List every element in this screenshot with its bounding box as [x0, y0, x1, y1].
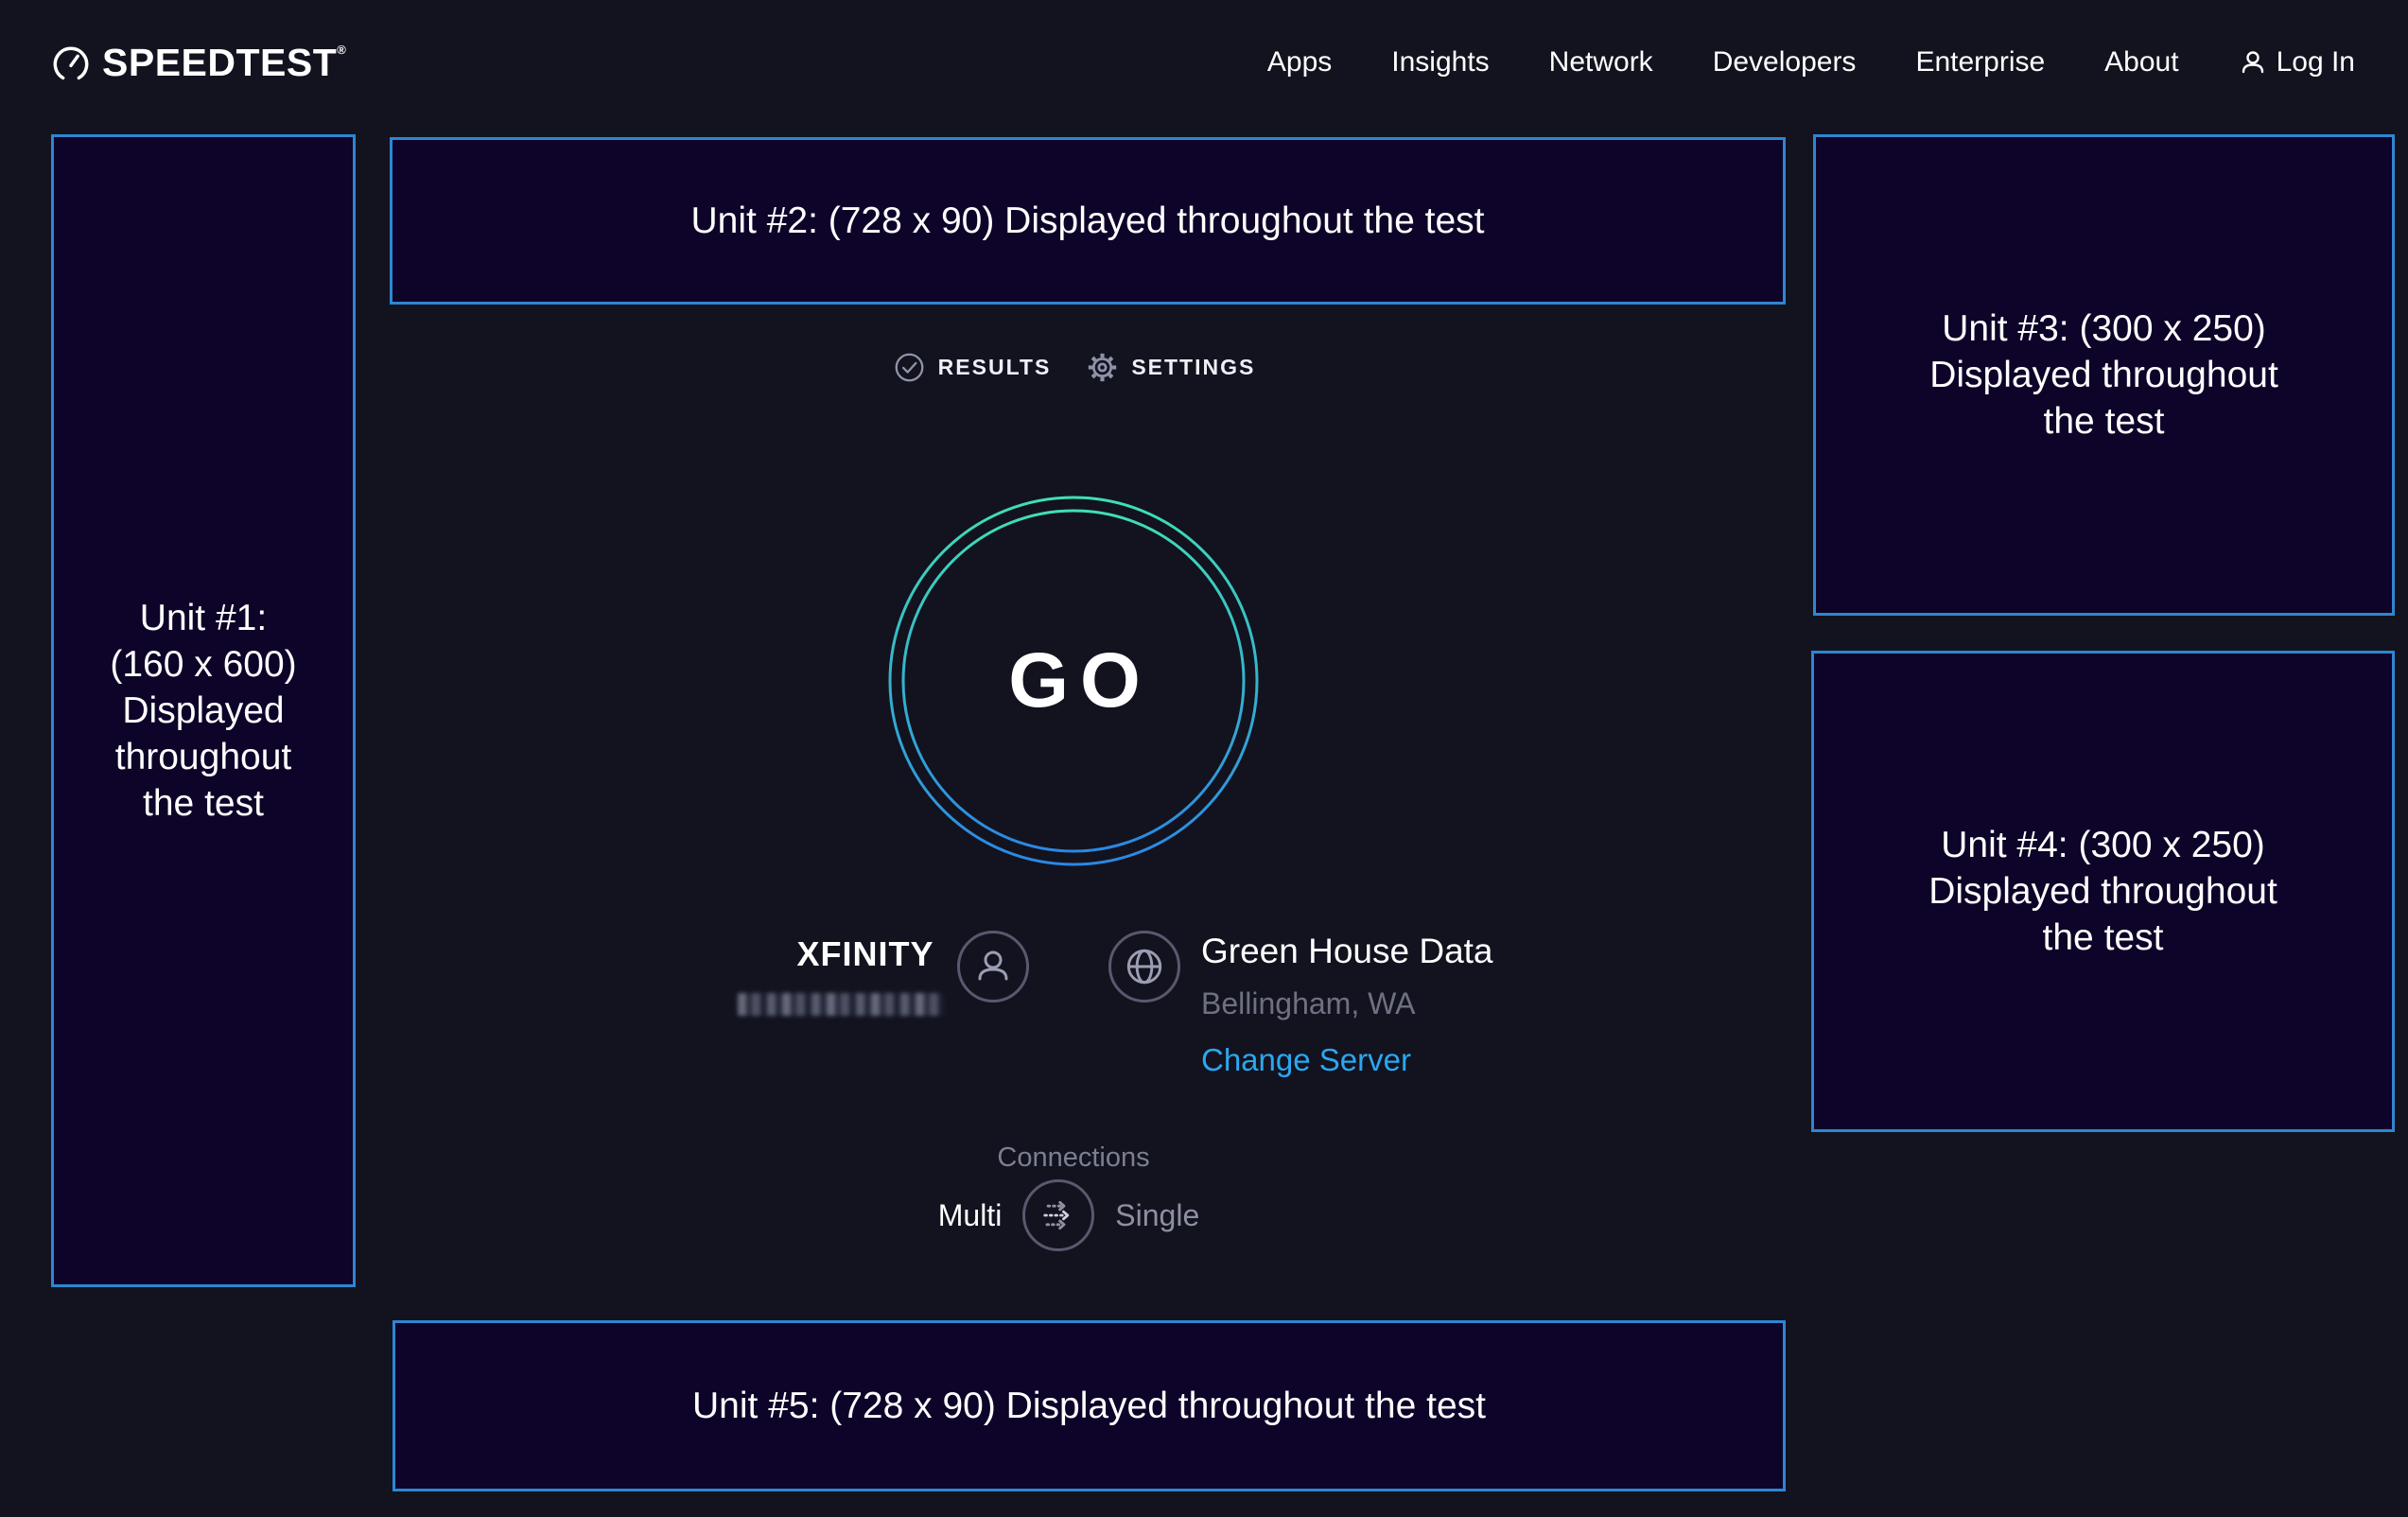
- connections-label: Connections: [0, 1142, 2147, 1174]
- isp-avatar: [957, 931, 1029, 1003]
- ad-unit-1-skyscraper: Unit #1: (160 x 600) Displayed throughou…: [51, 134, 356, 1287]
- login-button[interactable]: Log In: [2239, 46, 2355, 78]
- connections-single-option[interactable]: Single: [1115, 1198, 1199, 1233]
- login-label: Log In: [2277, 46, 2355, 78]
- nav-item-apps[interactable]: Apps: [1267, 46, 1332, 78]
- redacted-ip-text: [738, 993, 944, 1016]
- connections-toggle-row: Multi Single: [0, 1179, 2138, 1251]
- server-name: Green House Data: [1201, 932, 1493, 971]
- connections-multi-option[interactable]: Multi: [938, 1198, 1003, 1233]
- globe-icon: [1123, 945, 1166, 988]
- ad-unit-5-leaderboard: Unit #5: (728 x 90) Displayed throughout…: [393, 1320, 1786, 1491]
- multi-connections-arrows-icon: [1036, 1193, 1081, 1238]
- server-globe-badge: [1108, 931, 1180, 1003]
- ad-unit-2-leaderboard: Unit #2: (728 x 90) Displayed throughout…: [390, 137, 1786, 305]
- user-icon: [2239, 48, 2267, 77]
- logo-wordmark: SPEEDTEST®: [102, 42, 346, 84]
- results-settings-tabs: RESULTS: [0, 352, 2149, 383]
- person-icon: [972, 946, 1014, 987]
- nav-item-enterprise[interactable]: Enterprise: [1915, 46, 2045, 78]
- server-location: Bellingham, WA: [1201, 986, 1493, 1021]
- nav-item-about[interactable]: About: [2104, 46, 2178, 78]
- isp-name: XFINITY: [738, 934, 993, 974]
- top-navigation: Apps Insights Network Developers Enterpr…: [1267, 0, 2355, 125]
- gear-icon: [1087, 352, 1118, 383]
- check-circle-icon: [894, 352, 925, 383]
- speedtest-gauge-icon: [51, 44, 91, 83]
- speedtest-logo[interactable]: SPEEDTEST®: [51, 42, 346, 84]
- change-server-link[interactable]: Change Server: [1201, 1042, 1493, 1078]
- connections-toggle-button[interactable]: [1022, 1179, 1094, 1251]
- go-button[interactable]: GO: [888, 496, 1259, 866]
- go-button-label: GO: [888, 496, 1259, 866]
- results-tab-label: RESULTS: [938, 355, 1052, 380]
- settings-tab-label: SETTINGS: [1131, 355, 1255, 380]
- tab-results[interactable]: RESULTS: [894, 352, 1052, 383]
- tab-settings[interactable]: SETTINGS: [1087, 352, 1255, 383]
- ad-unit-4-rectangle: Unit #4: (300 x 250) Displayed throughou…: [1811, 651, 2395, 1132]
- nav-item-insights[interactable]: Insights: [1391, 46, 1489, 78]
- speedtest-page: SPEEDTEST® Apps Insights Network Develop…: [0, 0, 2408, 1517]
- nav-item-network[interactable]: Network: [1549, 46, 1653, 78]
- trademark-symbol: ®: [337, 43, 346, 57]
- nav-item-developers[interactable]: Developers: [1713, 46, 1857, 78]
- server-info: Green House Data Bellingham, WA Change S…: [1201, 932, 1493, 1078]
